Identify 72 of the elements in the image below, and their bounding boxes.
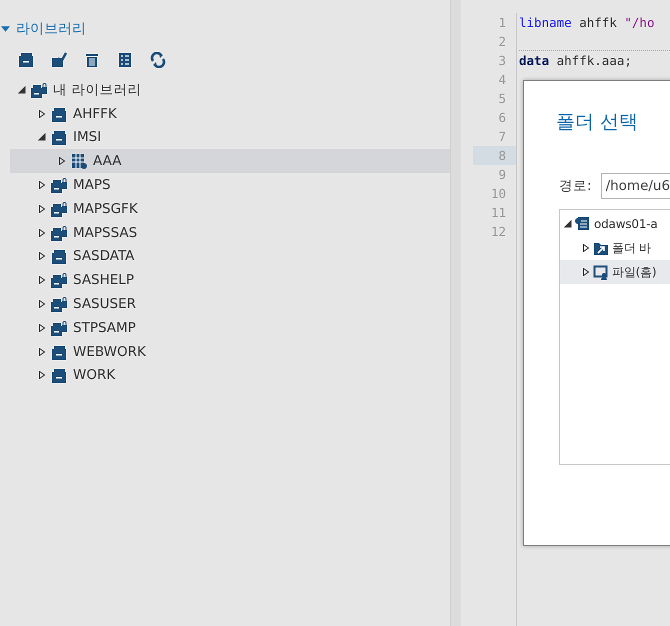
library-tree-item[interactable]: WORK: [0, 364, 450, 388]
locked-library-icon: [51, 272, 67, 288]
list-icon[interactable]: [117, 52, 133, 68]
line-number: 8: [473, 146, 516, 165]
line-number: 12: [490, 223, 507, 241]
collapsed-arrow-icon[interactable]: [58, 157, 66, 166]
library-tree-item[interactable]: MAPSSAS: [0, 220, 450, 245]
collapsed-arrow-icon[interactable]: [38, 252, 46, 260]
line-number: 10: [490, 185, 507, 203]
line-number: 11: [490, 204, 507, 222]
library-tree-item[interactable]: MAPS: [0, 173, 450, 197]
line-number: 3: [497, 52, 507, 70]
library-tree-item[interactable]: STPSAMP: [0, 316, 450, 340]
line-number: 9: [497, 166, 507, 184]
collapsed-arrow-icon[interactable]: [38, 348, 46, 356]
server-icon: [575, 216, 591, 232]
dialog-title: 폴더 선택: [556, 110, 640, 135]
folder-tree-item[interactable]: odaws01-a: [560, 212, 670, 236]
locked-library-icon: [51, 296, 67, 312]
new-library-icon[interactable]: [18, 52, 34, 68]
folder-tree-item[interactable]: 파일(홈): [560, 260, 670, 284]
code-line: data ahffk.aaa;: [519, 53, 632, 68]
locked-library-icon: [51, 200, 67, 217]
library-icon: [51, 129, 67, 146]
collapsed-arrow-icon[interactable]: [582, 268, 590, 276]
library-section-header[interactable]: 라이브러리: [0, 18, 450, 40]
line-number: 2: [497, 33, 507, 51]
collapsed-arrow-icon[interactable]: [38, 181, 46, 190]
properties-icon[interactable]: [51, 52, 67, 68]
library-tree-item[interactable]: MAPSGFK: [0, 196, 450, 221]
line-number: 5: [497, 90, 507, 108]
locked-library-icon: [51, 224, 67, 241]
library-icon: [51, 367, 67, 384]
locked-library-icon: [31, 82, 47, 98]
library-icon: [51, 248, 67, 264]
library-tree-item[interactable]: SASHELP: [0, 268, 450, 292]
line-number: 4: [497, 71, 507, 89]
collapsed-arrow-icon[interactable]: [38, 324, 46, 332]
expanded-arrow-icon[interactable]: [18, 86, 26, 94]
locked-library-icon: [51, 177, 67, 194]
expand-arrow-icon: [1, 26, 10, 32]
library-icon: [51, 344, 67, 360]
collapsed-arrow-icon[interactable]: [38, 371, 46, 380]
collapsed-arrow-icon[interactable]: [38, 300, 46, 308]
expanded-arrow-icon[interactable]: [38, 133, 46, 142]
locked-library-icon: [51, 320, 67, 336]
refresh-icon[interactable]: [150, 52, 166, 68]
path-label: 경로:: [559, 177, 592, 195]
library-tree-item[interactable]: SASUSER: [0, 292, 450, 316]
library-tree-item[interactable]: AHFFK: [0, 102, 450, 126]
path-field[interactable]: /home/u6: [600, 173, 670, 199]
collapsed-arrow-icon[interactable]: [38, 228, 46, 237]
library-tree-item[interactable]: IMSI: [0, 126, 450, 150]
library-tree-item[interactable]: WEBWORK: [0, 340, 450, 364]
library-tree-item[interactable]: SASDATA: [0, 244, 450, 268]
library-icon: [51, 106, 67, 122]
table-icon: [71, 153, 87, 170]
collapsed-arrow-icon[interactable]: [38, 276, 46, 284]
collapsed-arrow-icon[interactable]: [582, 244, 590, 252]
expanded-arrow-icon[interactable]: [564, 220, 572, 228]
line-number: 6: [497, 109, 507, 127]
collapsed-arrow-icon[interactable]: [38, 110, 46, 118]
line-number: 7: [497, 128, 507, 146]
shortcut-folder-icon: [593, 240, 609, 256]
collapsed-arrow-icon[interactable]: [38, 204, 46, 213]
folder-tree-item[interactable]: 폴더 바: [560, 236, 670, 260]
line-number: 1: [497, 14, 507, 32]
home-folder-icon: [593, 264, 609, 280]
code-line: libname ahffk "/ho: [519, 15, 654, 30]
delete-icon[interactable]: [84, 52, 100, 68]
library-tree-item[interactable]: 내 라이브러리: [0, 78, 450, 102]
library-tree-item[interactable]: AAA: [10, 149, 450, 174]
